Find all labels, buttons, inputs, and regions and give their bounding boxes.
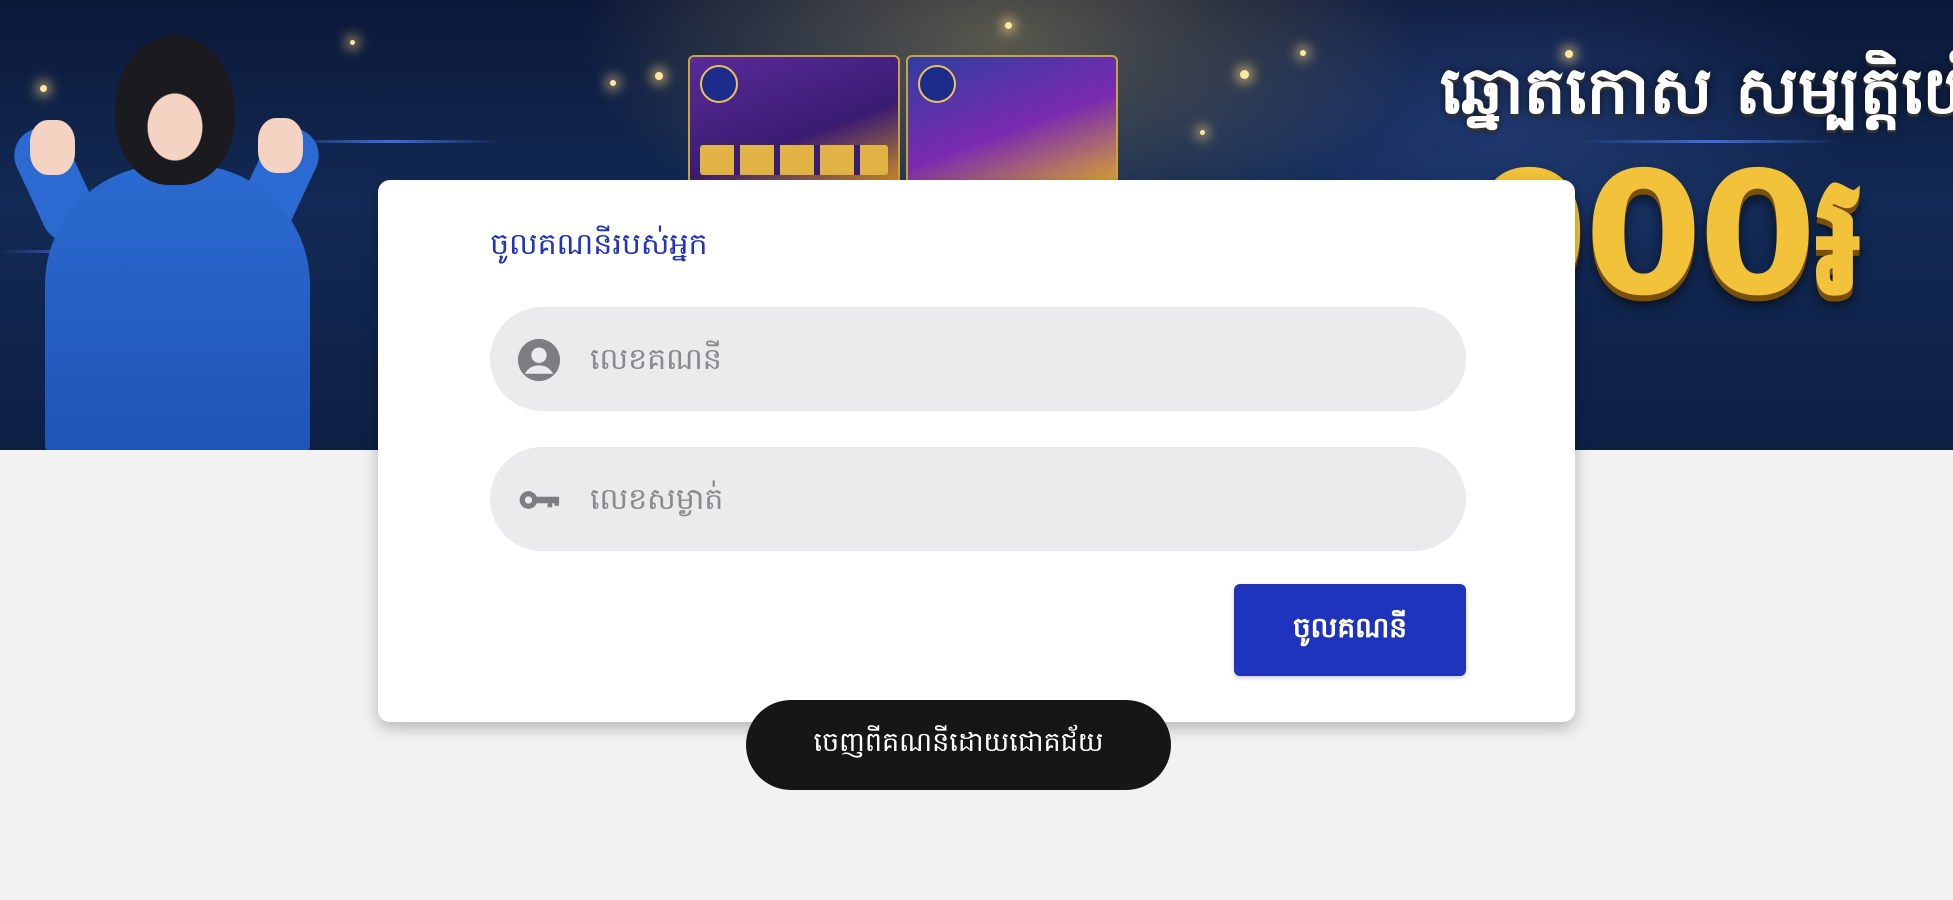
sparkle xyxy=(40,85,47,92)
presenter-head xyxy=(115,35,235,185)
username-field[interactable] xyxy=(490,307,1466,411)
key-icon xyxy=(519,491,560,509)
ticket-scratch-row xyxy=(700,145,888,175)
account-circle-icon xyxy=(517,338,561,382)
password-field[interactable] xyxy=(490,447,1466,551)
presenter-figure xyxy=(45,165,310,450)
ticket-logo xyxy=(700,65,738,103)
sparkle xyxy=(350,40,355,45)
sparkle xyxy=(655,72,663,80)
password-input[interactable] xyxy=(590,447,1430,551)
sparkle xyxy=(610,80,616,86)
login-title: ចូលគណនីរបស់អ្នក xyxy=(490,227,708,262)
sparkle xyxy=(1005,22,1012,29)
lottery-ticket-image xyxy=(906,55,1118,185)
logout-success-toast: ចេញពីគណនីដោយជោគជ័យ xyxy=(746,700,1171,790)
login-button[interactable]: ចូលគណនី xyxy=(1234,584,1466,676)
promo-title: ឆ្នោតកោស សម្បត្តិយើង xyxy=(1440,52,1953,129)
lottery-ticket-image xyxy=(688,55,900,185)
presenter-hand xyxy=(30,120,75,175)
presenter-hand xyxy=(258,118,303,173)
login-card: ចូលគណនីរបស់អ្នក ចូលគណនី xyxy=(378,180,1575,722)
ticket-logo xyxy=(918,65,956,103)
sparkle xyxy=(1240,70,1249,79)
sparkle xyxy=(1300,50,1306,56)
toast-message: ចេញពីគណនីដោយជោគជ័យ xyxy=(813,726,1104,758)
sparkle xyxy=(1200,130,1205,135)
username-input[interactable] xyxy=(590,307,1430,411)
